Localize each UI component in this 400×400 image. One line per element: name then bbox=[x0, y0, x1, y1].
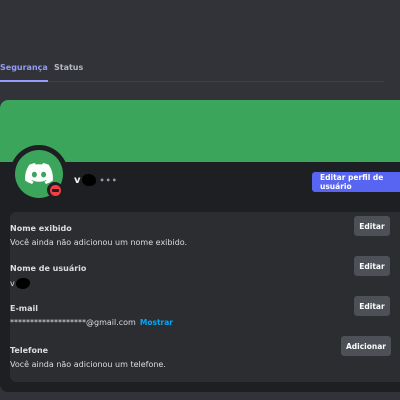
username-field: Nome de usuário v bbox=[10, 264, 86, 289]
tab-security[interactable]: Segurança bbox=[0, 63, 48, 82]
settings-tabs: Segurança Status bbox=[0, 56, 384, 82]
edit-display-name-button[interactable]: Editar bbox=[354, 216, 390, 236]
edit-email-button[interactable]: Editar bbox=[354, 296, 390, 316]
show-email-link[interactable]: Mostrar bbox=[140, 318, 173, 327]
redaction-mark bbox=[15, 278, 30, 289]
edit-profile-button[interactable]: Editar perfil de usuário bbox=[312, 172, 400, 192]
username-label: Nome de usuário bbox=[10, 264, 87, 273]
dnd-status-icon bbox=[49, 184, 61, 196]
profile-card: v ••• Editar perfil de usuário Nome exib… bbox=[0, 100, 400, 392]
edit-username-button[interactable]: Editar bbox=[354, 256, 390, 276]
display-name-label: Nome exibido bbox=[10, 224, 72, 233]
profile-banner bbox=[0, 100, 400, 162]
status-indicator bbox=[47, 182, 63, 198]
email-label: E-mail bbox=[10, 304, 39, 313]
phone-label: Telefone bbox=[10, 346, 49, 355]
redaction-mark bbox=[81, 174, 96, 186]
display-name-value: Você ainda não adicionou um nome exibido… bbox=[10, 238, 188, 247]
discord-logo-icon bbox=[25, 163, 53, 184]
username-suffix: ••• bbox=[99, 175, 118, 185]
username-value-text: v bbox=[10, 279, 15, 288]
phone-field: Telefone Você ainda não adicionou um tel… bbox=[10, 346, 166, 369]
username-value: v bbox=[10, 278, 86, 289]
email-value-text: *******************@gmail.com bbox=[10, 318, 136, 327]
add-phone-button[interactable]: Adicionar bbox=[341, 336, 391, 356]
tab-status[interactable]: Status bbox=[54, 63, 83, 80]
email-value: *******************@gmail.com Mostrar bbox=[10, 318, 173, 327]
username-text: v bbox=[74, 174, 81, 186]
display-name-field: Nome exibido Você ainda não adicionou um… bbox=[10, 224, 187, 247]
profile-username: v ••• bbox=[74, 174, 118, 186]
avatar[interactable] bbox=[10, 145, 68, 203]
phone-value: Você ainda não adicionou um telefone. bbox=[10, 360, 166, 369]
email-field: E-mail *******************@gmail.com Mos… bbox=[10, 304, 173, 327]
